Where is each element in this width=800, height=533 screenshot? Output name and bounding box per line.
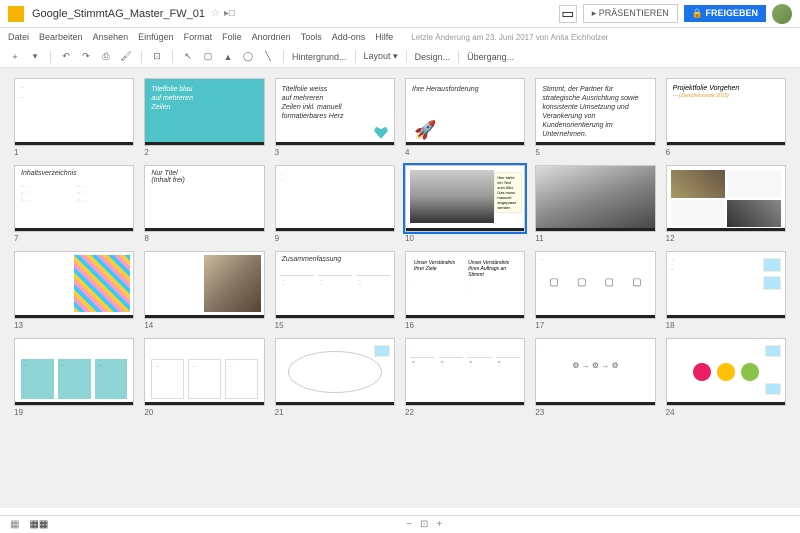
zoom-fit-button[interactable]: ⊡ bbox=[150, 50, 164, 64]
slide-thumbnail[interactable]: 11 bbox=[535, 165, 655, 244]
menu-hilfe[interactable]: Hilfe bbox=[375, 32, 393, 42]
filmstrip-view-icon[interactable]: ▦ bbox=[10, 519, 19, 530]
slide-number: 21 bbox=[275, 408, 395, 417]
slide-thumbnail[interactable]: Unser VerständnisIhrer Ziele……Unser Vers… bbox=[405, 251, 525, 330]
slide-number: 8 bbox=[144, 234, 264, 243]
slide-number: 1 bbox=[14, 148, 134, 157]
slide-thumbnail[interactable]: …▢▢▢▢17 bbox=[535, 251, 655, 330]
slide-number: 18 bbox=[666, 321, 786, 330]
slide-number: 5 bbox=[535, 148, 655, 157]
slide-number: 10 bbox=[405, 234, 525, 243]
transition-button[interactable]: Übergang... bbox=[467, 52, 514, 62]
slide-thumbnail[interactable]: Titelfolie blauauf mehrerenZeilen2 bbox=[144, 78, 264, 157]
slide-thumbnail[interactable]: ……9 bbox=[275, 165, 395, 244]
grid-view-icon[interactable]: ▦▦ bbox=[29, 519, 48, 530]
slide-number: 4 bbox=[405, 148, 525, 157]
last-modified: Letzte Änderung am 23. Juni 2017 von Ani… bbox=[411, 33, 608, 42]
shape-button[interactable]: ◯ bbox=[241, 50, 255, 64]
slide-thumbnail[interactable]: 12 bbox=[666, 165, 786, 244]
slide-thumbnail[interactable]: Projektfolie Vorgehen— (Zwischenrunde 20… bbox=[666, 78, 786, 157]
slide-thumbnail[interactable]: 24 bbox=[666, 338, 786, 417]
paint-format-button[interactable]: 🖌 bbox=[119, 50, 133, 64]
slide-thumbnail[interactable]: …21 bbox=[275, 338, 395, 417]
slide-number: 16 bbox=[405, 321, 525, 330]
layout-button[interactable]: Layout ▾ bbox=[364, 51, 398, 62]
slide-number: 11 bbox=[535, 234, 655, 243]
slide-thumbnail[interactable]: …………20 bbox=[144, 338, 264, 417]
slide-thumbnail[interactable]: Ihre Herausforderung🚀4 bbox=[405, 78, 525, 157]
zoom-out-button[interactable]: − bbox=[406, 519, 412, 530]
menu-format[interactable]: Format bbox=[184, 32, 213, 42]
slide-number: 7 bbox=[14, 234, 134, 243]
slide-number: 24 bbox=[666, 408, 786, 417]
share-button[interactable]: 🔒 FREIGEBEN bbox=[684, 5, 766, 22]
slide-number: 12 bbox=[666, 234, 786, 243]
status-bar: ▦ ▦▦ − ⊡ + bbox=[0, 515, 800, 533]
slide-thumbnail[interactable]: Inhaltsverzeichnis○ …○ …○ …○ …○ …○ …7 bbox=[14, 165, 134, 244]
slide-thumbnail[interactable]: Titelfolie weissauf mehrerenZeilen inkl.… bbox=[275, 78, 395, 157]
slide-number: 9 bbox=[275, 234, 395, 243]
slide-thumbnail[interactable]: …………19 bbox=[14, 338, 134, 417]
present-label: PRÄSENTIEREN bbox=[599, 8, 669, 18]
star-icon[interactable]: ☆ bbox=[211, 8, 220, 19]
slide-thumbnail[interactable]: ……1 bbox=[14, 78, 134, 157]
slide-thumbnail[interactable]: Stimmt, der Partner fürstrategische Ausr… bbox=[535, 78, 655, 157]
slide-thumbnail[interactable]: …▭…▭…▭…▭…22 bbox=[405, 338, 525, 417]
slide-number: 20 bbox=[144, 408, 264, 417]
zoom-in-button[interactable]: + bbox=[436, 519, 442, 530]
menu-addons[interactable]: Add-ons bbox=[332, 32, 366, 42]
slide-number: 15 bbox=[275, 321, 395, 330]
slide-thumbnail[interactable]: Nur Titel(Inhalt frei)8 bbox=[144, 165, 264, 244]
slide-thumbnail[interactable]: …14 bbox=[144, 251, 264, 330]
menu-ansehen[interactable]: Ansehen bbox=[93, 32, 129, 42]
slide-thumbnail[interactable]: …⚙ → ⚙ → ⚙23 bbox=[535, 338, 655, 417]
menu-einfuegen[interactable]: Einfügen bbox=[138, 32, 174, 42]
slide-thumbnail[interactable]: ………18 bbox=[666, 251, 786, 330]
slide-thumbnail[interactable]: …13 bbox=[14, 251, 134, 330]
doc-title[interactable]: Google_StimmtAG_Master_FW_01 bbox=[32, 8, 205, 20]
folder-icon[interactable]: ▸□ bbox=[224, 8, 235, 19]
avatar[interactable] bbox=[772, 4, 792, 24]
slides-logo-icon bbox=[8, 6, 24, 22]
background-button[interactable]: Hintergrund... bbox=[292, 52, 347, 62]
textbox-button[interactable]: ▢ bbox=[201, 50, 215, 64]
design-button[interactable]: Design... bbox=[415, 52, 451, 62]
present-button[interactable]: ▸ PRÄSENTIEREN bbox=[583, 4, 678, 23]
menu-tools[interactable]: Tools bbox=[301, 32, 322, 42]
new-slide-button[interactable]: + bbox=[8, 50, 22, 64]
menu-folie[interactable]: Folie bbox=[222, 32, 242, 42]
toolbar: + ▾ ↶ ↷ ⎙ 🖌 ⊡ ↖ ▢ ▲ ◯ ╲ Hintergrund... L… bbox=[0, 46, 800, 68]
redo-button[interactable]: ↷ bbox=[79, 50, 93, 64]
undo-button[interactable]: ↶ bbox=[59, 50, 73, 64]
slide-number: 17 bbox=[535, 321, 655, 330]
menu-bar: Datei Bearbeiten Ansehen Einfügen Format… bbox=[0, 28, 800, 46]
share-label: FREIGEBEN bbox=[705, 8, 758, 18]
slide-number: 2 bbox=[144, 148, 264, 157]
menu-bearbeiten[interactable]: Bearbeiten bbox=[39, 32, 83, 42]
line-button[interactable]: ╲ bbox=[261, 50, 275, 64]
slide-number: 22 bbox=[405, 408, 525, 417]
image-button[interactable]: ▲ bbox=[221, 50, 235, 64]
slide-thumbnail[interactable]: Hier steht ein Textzum Bild. Das mussman… bbox=[405, 165, 525, 244]
slide-number: 13 bbox=[14, 321, 134, 330]
comments-button[interactable]: ▭ bbox=[559, 5, 577, 23]
chevron-down-icon[interactable]: ▾ bbox=[28, 50, 42, 64]
slide-number: 19 bbox=[14, 408, 134, 417]
menu-anordnen[interactable]: Anordnen bbox=[252, 32, 291, 42]
print-button[interactable]: ⎙ bbox=[99, 50, 113, 64]
slide-number: 6 bbox=[666, 148, 786, 157]
slide-number: 3 bbox=[275, 148, 395, 157]
slide-grid-view: ……1Titelfolie blauauf mehrerenZeilen2Tit… bbox=[0, 68, 800, 508]
slide-thumbnail[interactable]: Zusammenfassung………………15 bbox=[275, 251, 395, 330]
menu-datei[interactable]: Datei bbox=[8, 32, 29, 42]
header-bar: Google_StimmtAG_Master_FW_01 ☆ ▸□ ▭ ▸ PR… bbox=[0, 0, 800, 28]
cursor-icon[interactable]: ↖ bbox=[181, 50, 195, 64]
zoom-reset-button[interactable]: ⊡ bbox=[420, 519, 428, 530]
slide-number: 23 bbox=[535, 408, 655, 417]
slide-number: 14 bbox=[144, 321, 264, 330]
